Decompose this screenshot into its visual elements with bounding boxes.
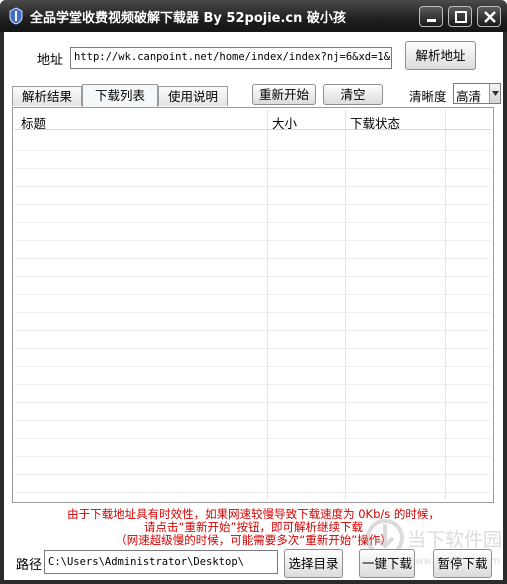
row-separator	[15, 366, 491, 367]
row-separator	[15, 474, 491, 475]
choose-directory-button[interactable]: 选择目录	[284, 549, 343, 578]
address-label: 地址	[37, 53, 64, 68]
row-separator	[15, 150, 491, 151]
row-separator	[15, 330, 491, 331]
row-separator	[15, 204, 491, 205]
maximize-icon	[455, 11, 467, 23]
pause-download-button[interactable]: 暂停下载	[433, 549, 492, 578]
column-header-size[interactable]: 大小	[272, 113, 297, 132]
app-window: 全品学堂收费视频破解下载器 By 52pojie.cn 破小孩 地址 http:…	[0, 0, 507, 584]
quality-label: 清晰度	[409, 89, 447, 104]
main-content: 地址 http://wk.canpoint.net/home/index/ind…	[4, 32, 503, 580]
row-separator	[15, 348, 491, 349]
row-separator	[15, 276, 491, 277]
minimize-button[interactable]	[419, 6, 443, 27]
title-bar[interactable]: 全品学堂收费视频破解下载器 By 52pojie.cn 破小孩	[0, 0, 507, 32]
tab-parse-results[interactable]: 解析结果	[12, 86, 82, 106]
row-separator	[15, 456, 491, 457]
download-table[interactable]: 标题 大小 下载状态	[15, 110, 491, 500]
address-input[interactable]: http://wk.canpoint.net/home/index/index?…	[70, 47, 392, 69]
row-separator	[15, 402, 491, 403]
dropdown-arrow-button[interactable]	[489, 84, 500, 103]
tab-download-list[interactable]: 下载列表	[82, 84, 158, 107]
chevron-down-icon	[492, 91, 499, 96]
path-label: 路径	[16, 558, 43, 573]
window-title: 全品学堂收费视频破解下载器 By 52pojie.cn 破小孩	[30, 11, 346, 26]
minimize-icon	[427, 19, 436, 22]
table-header: 标题 大小 下载状态	[15, 110, 491, 132]
row-separator	[15, 186, 491, 187]
app-logo-icon	[8, 7, 24, 25]
row-separator	[15, 492, 491, 493]
row-separator	[15, 294, 491, 295]
watermark-text: 当下软件园	[407, 529, 501, 551]
column-header-status[interactable]: 下载状态	[350, 113, 400, 132]
row-separator	[15, 384, 491, 385]
row-separator	[15, 438, 491, 439]
download-all-button[interactable]: 一键下载	[359, 549, 415, 578]
row-separator	[15, 222, 491, 223]
maximize-button[interactable]	[448, 6, 472, 27]
path-input[interactable]: C:\Users\Administrator\Desktop\	[44, 550, 278, 574]
clear-button[interactable]: 清空	[323, 84, 383, 105]
download-list-panel: 标题 大小 下载状态	[12, 107, 494, 503]
tab-instructions[interactable]: 使用说明	[158, 86, 228, 106]
row-separator	[15, 312, 491, 313]
row-separator	[15, 258, 491, 259]
restart-button[interactable]: 重新开始	[252, 84, 316, 105]
column-header-title[interactable]: 标题	[21, 113, 46, 132]
row-separator	[15, 240, 491, 241]
parse-address-button[interactable]: 解析地址	[405, 41, 476, 70]
close-icon	[484, 11, 496, 23]
quality-value: 高清	[456, 89, 482, 104]
quality-select[interactable]: 高清	[453, 83, 501, 104]
row-separator	[15, 420, 491, 421]
close-button[interactable]	[477, 6, 501, 27]
row-separator	[15, 168, 491, 169]
